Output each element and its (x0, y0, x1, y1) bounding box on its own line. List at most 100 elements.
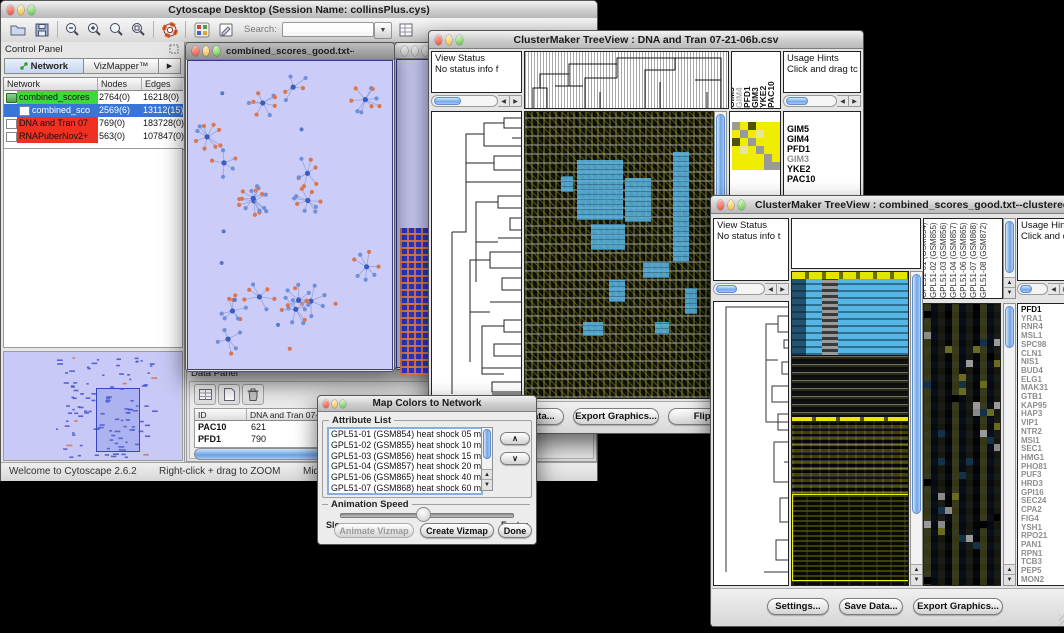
annotation-icon[interactable] (217, 21, 235, 39)
gene-label[interactable]: GIM5 (787, 124, 860, 134)
matrix-cell[interactable] (748, 162, 756, 170)
matrix-cell[interactable] (756, 146, 764, 154)
table-icon[interactable] (397, 21, 415, 39)
open-file-icon[interactable] (9, 21, 27, 39)
birdseye-view[interactable] (3, 351, 183, 461)
tv2-zoom-vscrollbar[interactable]: ▲▼ (1003, 303, 1016, 586)
matrix-cell[interactable] (756, 130, 764, 138)
data-table-mode-button[interactable] (194, 384, 216, 405)
close-button[interactable] (717, 200, 724, 210)
float-panel-icon[interactable] (169, 44, 179, 54)
matrix-cell[interactable] (772, 130, 780, 138)
matrix-cell[interactable] (732, 146, 740, 154)
matrix-cell[interactable] (756, 162, 764, 170)
network-row[interactable]: RNAPuberNov2+563(0)107847(0) (4, 130, 183, 143)
matrix-cell[interactable] (740, 154, 748, 162)
data-col-id[interactable]: ID (195, 409, 247, 421)
minimize-button[interactable] (446, 35, 453, 45)
zoom-button[interactable] (213, 46, 220, 56)
help-lifering-icon[interactable] (161, 21, 179, 39)
matrix-cell[interactable] (740, 146, 748, 154)
matrix-cell[interactable] (772, 154, 780, 162)
gene-label[interactable]: YKE2 (787, 164, 860, 174)
matrix-cell[interactable] (740, 138, 748, 146)
matrix-cell[interactable] (756, 122, 764, 130)
tv2-save-data-button[interactable]: Save Data... (839, 598, 903, 615)
matrix-cell[interactable] (740, 130, 748, 138)
tv2-column-dendrogram[interactable] (791, 218, 921, 269)
save-icon[interactable] (33, 21, 51, 39)
zoom-fit-icon[interactable] (107, 21, 125, 39)
matrix-cell[interactable] (772, 122, 780, 130)
move-down-button[interactable]: ∨ (500, 452, 530, 465)
dialog-titlebar[interactable]: Map Colors to Network (318, 396, 536, 412)
matrix-cell[interactable] (756, 154, 764, 162)
animate-vizmap-button[interactable]: Animate Vizmap (334, 523, 414, 538)
gene-label[interactable]: MON2 (1021, 576, 1064, 585)
tab-vizmapper[interactable]: VizMapper™ (83, 58, 159, 74)
attribute-item[interactable]: GPL51-03 (GSM856) heat shock 15 min (329, 451, 481, 462)
tv2-export-graphics-button[interactable]: Export Graphics... (913, 598, 1003, 615)
zoom-button[interactable] (738, 200, 745, 210)
matrix-cell[interactable] (732, 138, 740, 146)
create-vizmap-button[interactable]: Create Vizmap (420, 523, 494, 538)
tv1-export-graphics-button[interactable]: Export Graphics... (573, 408, 659, 425)
tv1-usage-scrollbar[interactable]: ◀▶ (783, 95, 861, 107)
matrix-cell[interactable] (740, 122, 748, 130)
tv2-settings-button[interactable]: Settings... (767, 598, 829, 615)
close-button[interactable] (323, 400, 329, 408)
speed-slider-thumb[interactable] (416, 507, 431, 522)
tv1-column-dendrogram[interactable] (524, 51, 729, 109)
gene-label[interactable]: PAC10 (787, 174, 860, 184)
matrix-cell[interactable] (772, 138, 780, 146)
zoom-button[interactable] (340, 400, 346, 408)
matrix-cell[interactable] (772, 146, 780, 154)
tv2-heatmap-vscrollbar[interactable]: ▲▼ (910, 271, 923, 586)
treeview2-titlebar[interactable]: ClusterMaker TreeView : combined_scores_… (711, 196, 1064, 214)
network-view-titlebar[interactable]: combined_scores_good.txt--cluste... (186, 43, 394, 60)
zoom-out-icon[interactable] (63, 21, 81, 39)
matrix-cell[interactable] (772, 162, 780, 170)
zoom-button[interactable] (28, 5, 35, 15)
close-button[interactable] (401, 46, 408, 56)
treeview1-titlebar[interactable]: ClusterMaker TreeView : DNA and Tran 07-… (429, 31, 863, 49)
matrix-cell[interactable] (748, 146, 756, 154)
main-titlebar[interactable]: Cytoscape Desktop (Session Name: collins… (1, 1, 597, 19)
tv2-status-scrollbar[interactable]: ◀▶ (713, 283, 789, 295)
close-button[interactable] (7, 5, 14, 15)
matrix-cell[interactable] (748, 130, 756, 138)
network-row[interactable]: combined_sco2569(6)13112(15) (4, 104, 183, 117)
search-dropdown[interactable]: ▼ (374, 22, 392, 39)
attribute-item[interactable]: GPL51-01 (GSM854) heat shock 05 min (329, 429, 481, 440)
network-row[interactable]: combined_scores2764(0)16218(0) (4, 91, 183, 104)
tab-overflow[interactable]: ▶ (158, 58, 181, 74)
search-input[interactable] (282, 22, 374, 37)
matrix-cell[interactable] (764, 138, 772, 146)
tv2-global-heatmap[interactable] (791, 271, 909, 586)
tv2-row-dendrogram[interactable] (713, 301, 789, 586)
matrix-cell[interactable] (748, 122, 756, 130)
minimize-button[interactable] (18, 5, 25, 15)
attribute-item[interactable]: GPL51-02 (GSM855) heat shock 10 min (329, 440, 481, 451)
attribute-list-scrollbar[interactable]: ▲▼ (481, 427, 493, 491)
matrix-cell[interactable] (748, 138, 756, 146)
tv2-heatmap-selection-rect[interactable] (792, 494, 909, 581)
network-row[interactable]: DNA and Tran 07769(0)183728(0) (4, 117, 183, 130)
new-attribute-button[interactable] (218, 384, 240, 405)
gene-label[interactable]: GIM4 (787, 134, 860, 144)
zoom-selected-icon[interactable] (129, 21, 147, 39)
matrix-cell[interactable] (732, 130, 740, 138)
tv1-row-dendrogram[interactable] (431, 111, 522, 399)
gene-label[interactable]: PFD1 (787, 144, 860, 154)
zoom-button[interactable] (456, 35, 463, 45)
col-header-network[interactable]: Network (4, 78, 98, 91)
col-header-edges[interactable]: Edges (142, 78, 183, 91)
gene-label[interactable]: GIM3 (787, 154, 860, 164)
close-button[interactable] (192, 46, 199, 56)
resize-grip[interactable] (1059, 614, 1064, 625)
attribute-item[interactable]: GPL51-07 (GSM868) heat shock 60 min (329, 483, 481, 494)
matrix-cell[interactable] (764, 122, 772, 130)
tv2-labels-vscrollbar[interactable]: ▲▼ (1003, 218, 1016, 299)
matrix-cell[interactable] (740, 162, 748, 170)
control-panel-list-area[interactable] (3, 148, 183, 348)
